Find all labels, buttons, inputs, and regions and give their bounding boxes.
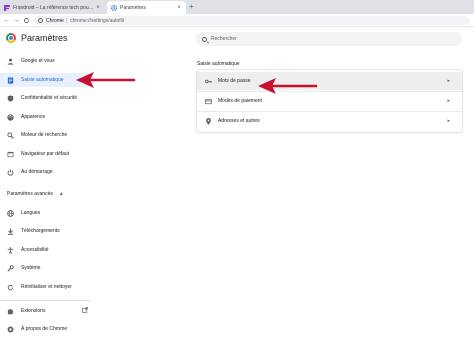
sidebar-item-label: Navigateur par défaut bbox=[21, 151, 70, 157]
row-label: Modes de paiement bbox=[218, 98, 262, 104]
chevron-right-icon: ▸ bbox=[447, 98, 450, 104]
sidebar-item-label: Téléchargements bbox=[21, 228, 60, 234]
row-addresses[interactable]: Adresses et autres ▸ bbox=[197, 112, 462, 130]
palette-icon bbox=[7, 113, 14, 121]
settings-gear-icon bbox=[110, 4, 118, 11]
sidebar-item-default-browser[interactable]: Navigateur par défaut bbox=[0, 147, 90, 161]
frandroid-favicon-icon bbox=[4, 4, 10, 11]
search-icon bbox=[202, 36, 207, 42]
sidebar-item-label: Accessibilité bbox=[21, 247, 49, 253]
sidebar-item-extensions[interactable]: Extensions bbox=[0, 304, 90, 318]
sidebar-item-label: Au démarrage bbox=[21, 169, 53, 175]
chrome-icon bbox=[7, 326, 14, 333]
sidebar-item-label: Apparence bbox=[21, 114, 46, 120]
sidebar-item-reset[interactable]: Réinitialiser et nettoyer bbox=[0, 280, 90, 294]
forward-button[interactable]: → bbox=[12, 16, 21, 25]
annotation-arrow-sidebar bbox=[76, 72, 136, 88]
tab-title: Paramètres bbox=[120, 4, 146, 11]
sidebar-item-label: Système bbox=[21, 265, 41, 271]
location-pin-icon bbox=[205, 117, 212, 125]
omnibox-chrome-label: Chrome bbox=[46, 17, 64, 24]
chevron-up-icon: ▲ bbox=[58, 191, 64, 197]
settings-search-box[interactable] bbox=[196, 32, 462, 46]
back-button[interactable]: ← bbox=[2, 16, 11, 25]
browser-icon bbox=[7, 151, 14, 158]
reload-icon bbox=[23, 18, 30, 24]
page-title: Paramètres bbox=[21, 33, 68, 43]
annotation-arrow-passwords bbox=[258, 78, 318, 94]
close-tab-icon[interactable]: × bbox=[175, 5, 183, 11]
sidebar-item-label: Saisie automatique bbox=[21, 77, 64, 83]
sidebar-item-startup[interactable]: Au démarrage bbox=[0, 165, 90, 179]
settings-search-input[interactable] bbox=[211, 36, 411, 42]
accessibility-icon bbox=[7, 246, 14, 254]
globe-icon bbox=[7, 209, 14, 217]
search-icon bbox=[7, 131, 14, 139]
row-passwords[interactable]: Mots de passe ▸ bbox=[197, 72, 462, 90]
key-icon bbox=[205, 78, 212, 85]
address-bar[interactable]: Chrome | chrome://settings/autofill bbox=[34, 16, 470, 25]
wrench-icon bbox=[7, 264, 14, 272]
sidebar-item-appearance[interactable]: Apparence bbox=[0, 110, 90, 124]
tab-parametres[interactable]: Paramètres × bbox=[107, 1, 186, 14]
sidebar-item-label: Moteur de recherche bbox=[21, 132, 68, 138]
chrome-page-icon bbox=[38, 18, 43, 23]
sidebar-item-about[interactable]: À propos de Chrome bbox=[0, 322, 90, 336]
person-icon bbox=[7, 58, 14, 65]
sidebar-item-label: Confidentialité et sécurité bbox=[21, 95, 78, 101]
autofill-icon bbox=[7, 76, 14, 84]
advanced-settings-toggle[interactable]: Paramètres avancés ▲ bbox=[7, 191, 64, 197]
omnibox-url: chrome://settings/autofill bbox=[70, 17, 125, 24]
sidebar-item-label: Langues bbox=[21, 210, 41, 216]
new-tab-button[interactable]: + bbox=[189, 2, 194, 12]
download-icon bbox=[7, 228, 14, 235]
browser-toolbar: ← → Chrome | chrome://settings/autofill bbox=[0, 14, 474, 27]
sidebar-item-search-engine[interactable]: Moteur de recherche bbox=[0, 128, 90, 142]
puzzle-icon bbox=[7, 308, 14, 315]
autofill-card: Mots de passe ▸ Modes de paiement ▸ Adre… bbox=[197, 70, 462, 132]
row-payment-methods[interactable]: Modes de paiement ▸ bbox=[197, 92, 462, 110]
row-label: Mots de passe bbox=[218, 78, 251, 84]
advanced-settings-label: Paramètres avancés bbox=[7, 191, 53, 197]
chevron-right-icon: ▸ bbox=[447, 78, 450, 84]
sidebar-item-label: Extensions bbox=[21, 308, 46, 314]
sidebar-item-privacy[interactable]: Confidentialité et sécurité bbox=[0, 91, 90, 105]
autofill-section-title: Saisie automatique bbox=[197, 61, 240, 67]
omnibox-separator: | bbox=[65, 17, 68, 24]
sidebar-item-label: À propos de Chrome bbox=[21, 326, 68, 332]
power-icon bbox=[7, 169, 14, 176]
shield-icon bbox=[7, 94, 14, 102]
sidebar-item-label: Réinitialiser et nettoyer bbox=[21, 284, 72, 290]
open-in-new-icon bbox=[82, 307, 88, 315]
sidebar-item-languages[interactable]: Langues bbox=[0, 206, 90, 220]
sidebar-item-google[interactable]: Google et vous bbox=[0, 54, 90, 68]
credit-card-icon bbox=[205, 98, 212, 105]
reload-button[interactable] bbox=[22, 16, 31, 25]
tab-strip: Frandroid – La référence tech pour… × Pa… bbox=[0, 0, 474, 14]
sidebar-item-system[interactable]: Système bbox=[0, 261, 90, 275]
sidebar-item-accessibility[interactable]: Accessibilité bbox=[0, 243, 90, 257]
reset-icon bbox=[7, 284, 14, 291]
sidebar-divider bbox=[0, 300, 90, 301]
row-label: Adresses et autres bbox=[218, 118, 260, 124]
tab-frandroid[interactable]: Frandroid – La référence tech pour… × bbox=[0, 1, 105, 14]
sidebar-item-downloads[interactable]: Téléchargements bbox=[0, 224, 90, 238]
close-tab-icon[interactable]: × bbox=[94, 5, 102, 11]
chrome-logo-icon bbox=[6, 33, 16, 43]
sidebar-item-label: Google et vous bbox=[21, 58, 55, 64]
chevron-right-icon: ▸ bbox=[447, 118, 450, 124]
tab-title: Frandroid – La référence tech pour… bbox=[13, 4, 94, 11]
